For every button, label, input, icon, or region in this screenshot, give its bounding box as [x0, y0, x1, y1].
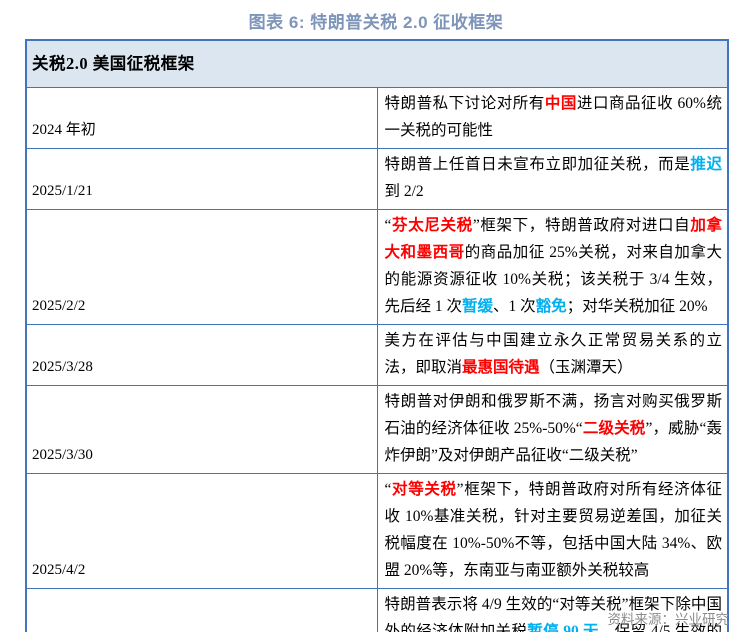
table-row: 2025/3/30特朗普对伊朗和俄罗斯不满，扬言对购买俄罗斯石油的经济体征收 2…: [26, 385, 728, 473]
text-segment: 到 2/2: [385, 183, 424, 200]
text-segment: 中国: [545, 95, 577, 112]
text-segment: 暂停 90 天: [527, 623, 599, 632]
date-cell: 2024 年初: [26, 87, 377, 148]
text-segment: 豁免: [536, 298, 567, 315]
table-row: 2025/3/28美方在评估与中国建立永久正常贸易关系的立法，即取消最惠国待遇（…: [26, 324, 728, 385]
date-cell: 2025/3/30: [26, 385, 377, 473]
text-segment: 芬太尼关税: [391, 217, 472, 234]
table-row: 2025/2/2“芬太尼关税”框架下，特朗普政府对进口自加拿大和墨西哥的商品加征…: [26, 209, 728, 324]
text-segment: 二级关税: [583, 420, 646, 437]
date-cell: 2025/4/2: [26, 473, 377, 588]
figure-title: 图表 6: 特朗普关税 2.0 征收框架: [0, 0, 752, 33]
text-segment: ；对华关税加征 20%: [567, 298, 708, 315]
text-segment: 最惠国待遇: [462, 359, 540, 376]
text-segment: 特朗普上任首日未宣布立即加征关税，而是: [385, 156, 691, 173]
table-row: 2024 年初特朗普私下讨论对所有中国进口商品征收 60%统一关税的可能性: [26, 87, 728, 148]
table-header-row: 关税2.0 美国征税框架: [26, 40, 728, 87]
text-segment: （玉渊潭天）: [540, 359, 633, 376]
source-note: 资料来源：兴业研究: [608, 608, 730, 628]
event-cell: 特朗普私下讨论对所有中国进口商品征收 60%统一关税的可能性: [377, 87, 728, 148]
event-cell: 特朗普对伊朗和俄罗斯不满，扬言对购买俄罗斯石油的经济体征收 25%-50%“二级…: [377, 385, 728, 473]
table-row: 2025/1/21特朗普上任首日未宣布立即加征关税，而是推迟到 2/2: [26, 148, 728, 209]
text-segment: 对等关税: [391, 481, 456, 498]
date-cell: 2025/1/21: [26, 148, 377, 209]
event-cell: 美方在评估与中国建立永久正常贸易关系的立法，即取消最惠国待遇（玉渊潭天）: [377, 324, 728, 385]
event-cell: “对等关税”框架下，特朗普政府对所有经济体征收 10%基准关税，针对主要贸易逆差…: [377, 473, 728, 588]
table-header: 关税2.0 美国征税框架: [26, 40, 728, 87]
date-cell: 2025/2/2: [26, 209, 377, 324]
table-body: 2024 年初特朗普私下讨论对所有中国进口商品征收 60%统一关税的可能性202…: [26, 87, 728, 632]
table-row: 2025/4/2“对等关税”框架下，特朗普政府对所有经济体征收 10%基准关税，…: [26, 473, 728, 588]
date-cell: 2025/4/10: [26, 588, 377, 632]
event-cell: 特朗普上任首日未宣布立即加征关税，而是推迟到 2/2: [377, 148, 728, 209]
text-segment: ”框架下，特朗普政府对进口自: [473, 217, 691, 234]
text-segment: 、1 次: [493, 298, 536, 315]
report-page: 图表 6: 特朗普关税 2.0 征收框架 关税2.0 美国征税框架 2024 年…: [0, 0, 752, 632]
event-cell: “芬太尼关税”框架下，特朗普政府对进口自加拿大和墨西哥的商品加征 25%关税，对…: [377, 209, 728, 324]
text-segment: 特朗普私下讨论对所有: [385, 95, 545, 112]
date-cell: 2025/3/28: [26, 324, 377, 385]
tariff-table: 关税2.0 美国征税框架 2024 年初特朗普私下讨论对所有中国进口商品征收 6…: [25, 39, 729, 632]
text-segment: 推迟: [690, 156, 722, 173]
text-segment: 暂缓: [462, 298, 493, 315]
